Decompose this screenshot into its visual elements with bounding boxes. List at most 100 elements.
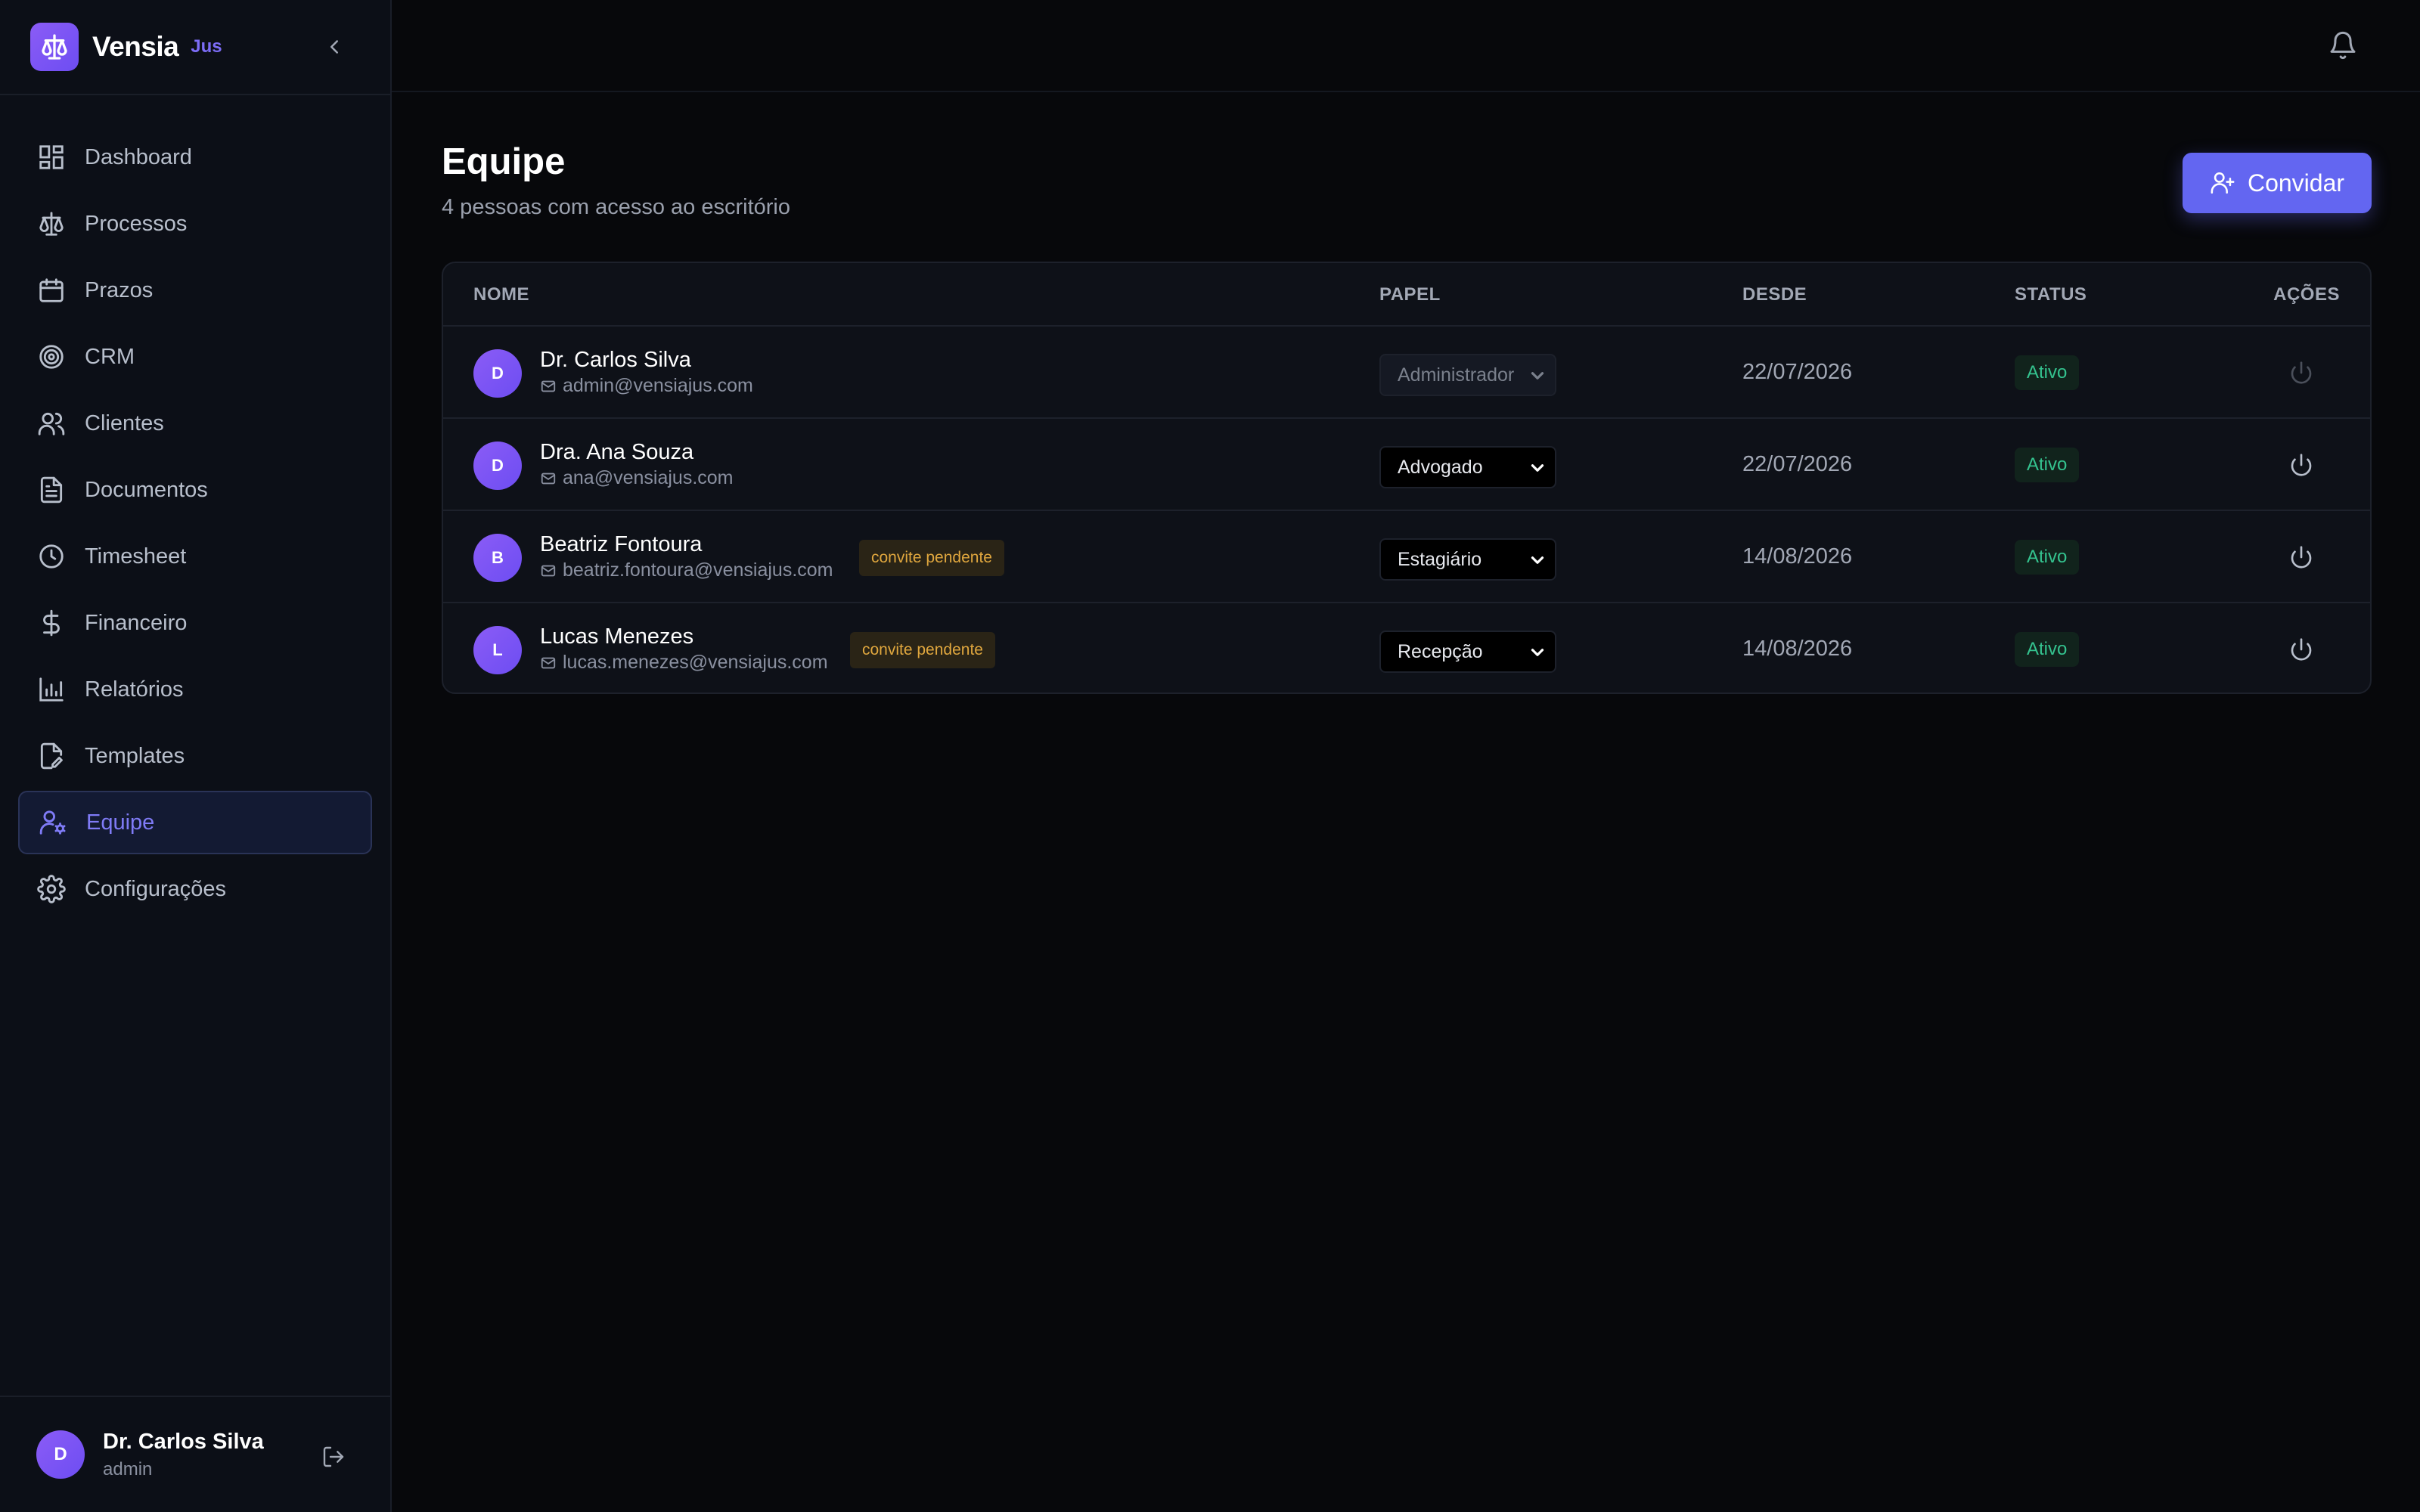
member-email-text: ana@vensiajus.com <box>563 467 734 488</box>
status-badge: Ativo <box>2015 448 2080 482</box>
logout-icon[interactable] <box>319 1442 348 1471</box>
mail-icon <box>540 655 557 671</box>
sidebar-nav: Dashboard Processos Prazos CRM Clientes … <box>0 95 390 921</box>
member-email-text: admin@vensiajus.com <box>563 375 753 396</box>
member-email: admin@vensiajus.com <box>540 375 753 397</box>
status-badge: Ativo <box>2015 540 2080 575</box>
member-since: 14/08/2026 <box>1742 544 1853 569</box>
member-email: ana@vensiajus.com <box>540 467 734 489</box>
member-name: Lucas Menezes <box>540 624 694 649</box>
sidebar-item-processos[interactable]: Processos <box>18 192 372 256</box>
sidebar-item-label: Prazos <box>85 277 154 302</box>
sidebar-item-label: Configurações <box>85 876 226 901</box>
chevron-down-icon <box>1528 366 1547 391</box>
sidebar-item-prazos[interactable]: Prazos <box>18 259 372 322</box>
role-select[interactable]: Estagiário <box>1379 538 1556 581</box>
sidebar-item-label: Timesheet <box>85 544 187 569</box>
sidebar-item-dashboard[interactable]: Dashboard <box>18 125 372 189</box>
logo-scale-icon <box>30 23 79 71</box>
sidebar-item-label: Financeiro <box>85 610 188 635</box>
power-icon[interactable] <box>2287 543 2316 572</box>
role-select[interactable]: Advogado <box>1379 446 1556 488</box>
header-actions: AÇÕES <box>2273 284 2340 305</box>
sidebar-item-crm[interactable]: CRM <box>18 325 372 389</box>
dollar-icon <box>36 608 67 638</box>
header-since: DESDE <box>1742 284 1807 305</box>
chevron-left-icon[interactable] <box>321 33 348 60</box>
user-footer: D Dr. Carlos Silva admin <box>0 1396 390 1512</box>
member-since: 22/07/2026 <box>1742 452 1853 476</box>
power-icon <box>2287 358 2316 387</box>
header-role: PAPEL <box>1379 284 1441 305</box>
document-icon <box>36 475 67 505</box>
role-select[interactable]: Recepção <box>1379 631 1556 673</box>
role-value: Advogado <box>1398 456 1483 478</box>
member-email: beatriz.fontoura@vensiajus.com <box>540 559 833 581</box>
invite-label: Convidar <box>2247 169 2345 197</box>
user-name: Dr. Carlos Silva <box>103 1429 264 1454</box>
sidebar: Vensia Jus Dashboard Processos Prazos CR… <box>0 0 392 1512</box>
avatar: L <box>473 626 522 674</box>
mail-icon <box>540 378 557 395</box>
sidebar-item-label: Dashboard <box>85 144 192 169</box>
users-icon <box>36 408 67 438</box>
member-email-text: lucas.menezes@vensiajus.com <box>563 652 828 673</box>
avatar: D <box>473 442 522 490</box>
chevron-down-icon <box>1528 643 1547 668</box>
avatar: D <box>473 349 522 398</box>
sidebar-item-label: Clientes <box>85 411 164 435</box>
gear-icon <box>36 874 67 904</box>
invite-button[interactable]: Convidar <box>2183 153 2372 213</box>
sidebar-item-configuracoes[interactable]: Configurações <box>18 857 372 921</box>
member-name: Dra. Ana Souza <box>540 440 694 464</box>
table-row: D Dra. Ana Souza ana@vensiajus.com Advog… <box>443 419 2370 511</box>
pending-invite-badge: convite pendente <box>859 540 1004 576</box>
calendar-icon <box>36 275 67 305</box>
page-title: Equipe <box>442 141 566 182</box>
member-email-text: beatriz.fontoura@vensiajus.com <box>563 559 833 581</box>
mail-icon <box>540 470 557 487</box>
mail-icon <box>540 562 557 579</box>
member-since: 22/07/2026 <box>1742 360 1853 384</box>
team-table: NOME PAPEL DESDE STATUS AÇÕES D Dr. Carl… <box>442 262 2372 694</box>
user-cog-icon <box>38 807 68 838</box>
brand: Vensia Jus <box>0 0 390 95</box>
role-select: Administrador <box>1379 354 1556 396</box>
sidebar-item-equipe[interactable]: Equipe <box>18 791 372 854</box>
sidebar-item-label: Documentos <box>85 477 208 502</box>
role-value: Estagiário <box>1398 548 1482 570</box>
avatar: D <box>36 1430 85 1479</box>
table-row: D Dr. Carlos Silva admin@vensiajus.com A… <box>443 327 2370 419</box>
brand-sub: Jus <box>191 36 222 57</box>
member-name: Dr. Carlos Silva <box>540 348 691 372</box>
file-edit-icon <box>36 741 67 771</box>
topbar <box>392 0 2420 92</box>
chevron-down-icon <box>1528 550 1547 575</box>
sidebar-item-label: CRM <box>85 344 135 369</box>
clock-icon <box>36 541 67 572</box>
avatar: B <box>473 534 522 582</box>
sidebar-item-label: Relatórios <box>85 677 184 702</box>
sidebar-item-templates[interactable]: Templates <box>18 724 372 788</box>
chevron-down-icon <box>1528 458 1547 483</box>
sidebar-item-label: Equipe <box>86 810 155 835</box>
table-row: B Beatriz Fontoura beatriz.fontoura@vens… <box>443 511 2370 603</box>
table-row: L Lucas Menezes lucas.menezes@vensiajus.… <box>443 603 2370 692</box>
sidebar-item-documentos[interactable]: Documentos <box>18 458 372 522</box>
sidebar-item-financeiro[interactable]: Financeiro <box>18 591 372 655</box>
table-header: NOME PAPEL DESDE STATUS AÇÕES <box>443 263 2370 327</box>
bell-icon[interactable] <box>2326 29 2360 62</box>
sidebar-item-relatorios[interactable]: Relatórios <box>18 658 372 721</box>
role-value: Administrador <box>1398 364 1515 386</box>
user-role: admin <box>103 1458 153 1479</box>
header-name: NOME <box>473 284 529 305</box>
member-name: Beatriz Fontoura <box>540 532 703 556</box>
scale-icon <box>36 209 67 239</box>
sidebar-item-label: Processos <box>85 211 188 236</box>
power-icon[interactable] <box>2287 635 2316 664</box>
dashboard-icon <box>36 142 67 172</box>
user-plus-icon <box>2210 170 2235 196</box>
sidebar-item-clientes[interactable]: Clientes <box>18 392 372 455</box>
sidebar-item-timesheet[interactable]: Timesheet <box>18 525 372 588</box>
power-icon[interactable] <box>2287 451 2316 479</box>
